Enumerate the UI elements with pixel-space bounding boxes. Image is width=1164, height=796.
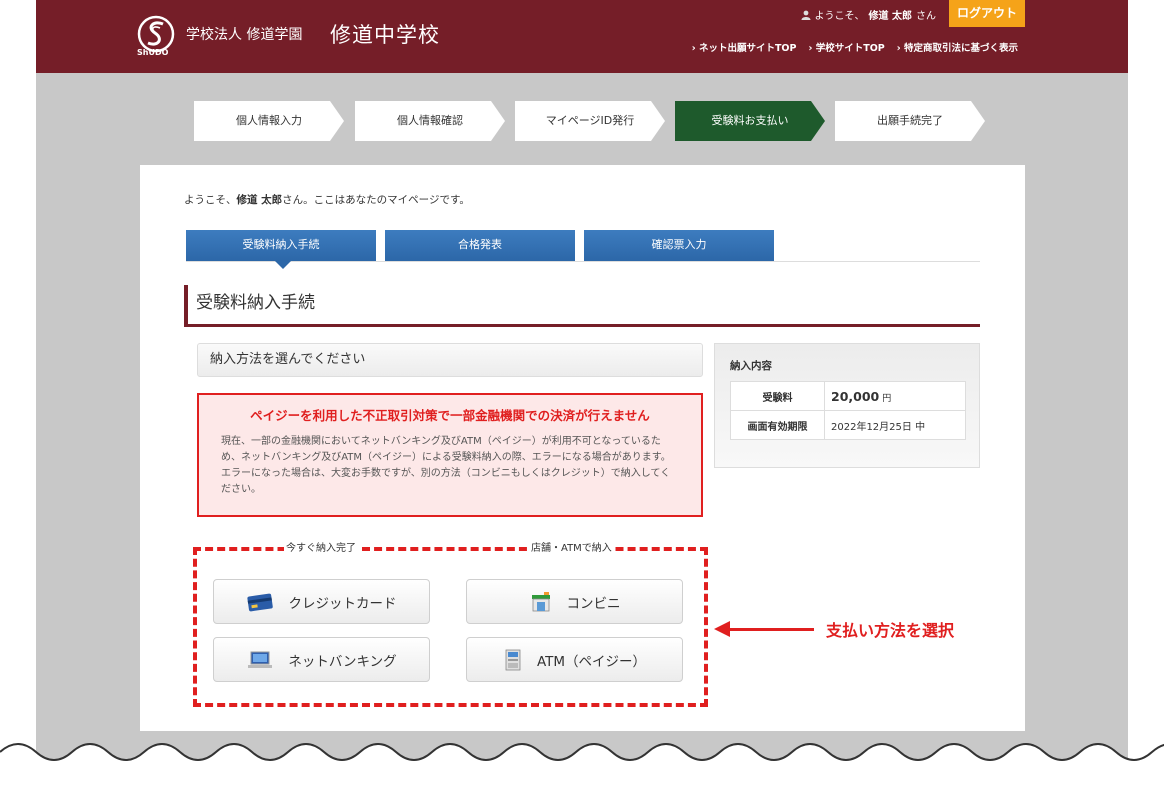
school-name: 修道中学校 (330, 23, 440, 47)
label-store-atm-payment: 店舗・ATMで納入 (529, 539, 614, 554)
payment-methods-highlight (193, 547, 708, 707)
convenience-store-icon (531, 591, 550, 611)
user-icon (801, 10, 811, 20)
corporation-name: 学校法人 修道学園 (186, 27, 303, 43)
intro-prefix: ようこそ、 (184, 194, 237, 206)
mypage-tabs: 受験料納入手続 合格発表 確認票入力 (186, 230, 980, 269)
summary-row-fee: 受験料 20,000 円 (730, 381, 966, 411)
deadline-label: 画面有効期限 (730, 410, 825, 440)
link-commercial-transactions[interactable]: 特定商取引法に基づく表示 (897, 40, 1018, 54)
convenience-store-label: コンビニ (566, 595, 621, 612)
payment-summary: 納入内容 受験料 20,000 円 画面有効期限 2022年12月25日 中 (714, 343, 980, 468)
notice-body: 現在、一部の金融機関においてネットバンキング及びATM（ペイジー）が利用不可とな… (221, 436, 671, 495)
deadline-value: 2022年12月25日 中 (824, 410, 966, 440)
step-application-complete: 出願手続完了 (835, 101, 985, 141)
callout-arrow (714, 620, 814, 637)
welcome-suffix: さん (916, 11, 936, 22)
intro-suffix: さん。ここはあなたのマイページです。 (282, 194, 470, 206)
atm-icon (505, 649, 521, 670)
step-fee-payment: 受験料お支払い (675, 101, 825, 141)
laptop-icon (248, 651, 273, 668)
notice-title: ペイジーを利用した不正取引対策で一部金融機関での決済が行えません (250, 408, 650, 423)
tab-confirmation-input[interactable]: 確認票入力 (584, 230, 774, 261)
summary-row-deadline: 画面有効期限 2022年12月25日 中 (730, 410, 966, 440)
fee-label: 受験料 (730, 381, 825, 411)
summary-title: 納入内容 (730, 360, 772, 372)
tab-results[interactable]: 合格発表 (385, 230, 575, 261)
credit-card-icon (246, 593, 273, 611)
link-school-site-top[interactable]: 学校サイトTOP (808, 40, 885, 54)
atm-payeasy-label: ATM（ペイジー） (536, 653, 647, 670)
payeasy-notice: ペイジーを利用した不正取引対策で一部金融機関での決済が行えません 現在、一部の金… (197, 393, 703, 517)
step-personal-info-input: 個人情報入力 (194, 101, 344, 141)
step-mypage-id-issue: マイページID発行 (515, 101, 665, 141)
main-panel: ようこそ、修道 太郎さん。ここはあなたのマイページです。 受験料納入手続 合格発… (140, 165, 1025, 731)
logout-button[interactable]: ログアウト (949, 0, 1025, 27)
payment-method-heading: 納入方法を選んでください (197, 343, 703, 377)
net-banking-button[interactable]: ネットバンキング (213, 637, 430, 682)
welcome-message: ようこそ、 修道 太郎 さん (801, 7, 936, 22)
step-personal-info-confirm: 個人情報確認 (355, 101, 505, 141)
summary-table: 受験料 20,000 円 画面有効期限 2022年12月25日 中 (730, 381, 966, 440)
mypage-intro: ようこそ、修道 太郎さん。ここはあなたのマイページです。 (184, 192, 470, 207)
wave-fill (0, 744, 1164, 796)
fee-amount: 20,000 (831, 388, 880, 404)
net-banking-label: ネットバンキング (288, 653, 397, 670)
intro-user-name: 修道 太郎 (236, 194, 283, 206)
logo-wordmark: ShUDO (137, 48, 169, 57)
link-net-application-top[interactable]: ネット出願サイトTOP (692, 40, 797, 54)
credit-card-label: クレジットカード (288, 595, 397, 612)
atm-payeasy-button[interactable]: ATM（ペイジー） (466, 637, 683, 682)
header-links: ネット出願サイトTOP 学校サイトTOP 特定商取引法に基づく表示 (692, 40, 1018, 54)
torn-edge-divider (0, 743, 1164, 796)
section-title: 受験料納入手続 (184, 285, 980, 327)
welcome-prefix: ようこそ、 (814, 11, 865, 22)
user-name: 修道 太郎 (868, 11, 912, 22)
page-background: ShUDO 学校法人 修道学園 修道中学校 ようこそ、 修道 太郎 さん ログアウト… (36, 0, 1128, 796)
callout-text: 支払い方法を選択 (826, 621, 955, 640)
tab-fee-payment[interactable]: 受験料納入手続 (186, 230, 376, 269)
fee-unit: 円 (882, 393, 892, 404)
convenience-store-button[interactable]: コンビニ (466, 579, 683, 624)
fee-value: 20,000 円 (824, 381, 966, 411)
site-header: ShUDO 学校法人 修道学園 修道中学校 ようこそ、 修道 太郎 さん ログアウト… (36, 0, 1128, 73)
label-instant-payment: 今すぐ納入完了 (284, 539, 358, 554)
credit-card-button[interactable]: クレジットカード (213, 579, 430, 624)
select-method-callout: 支払い方法を選択 (714, 617, 955, 641)
